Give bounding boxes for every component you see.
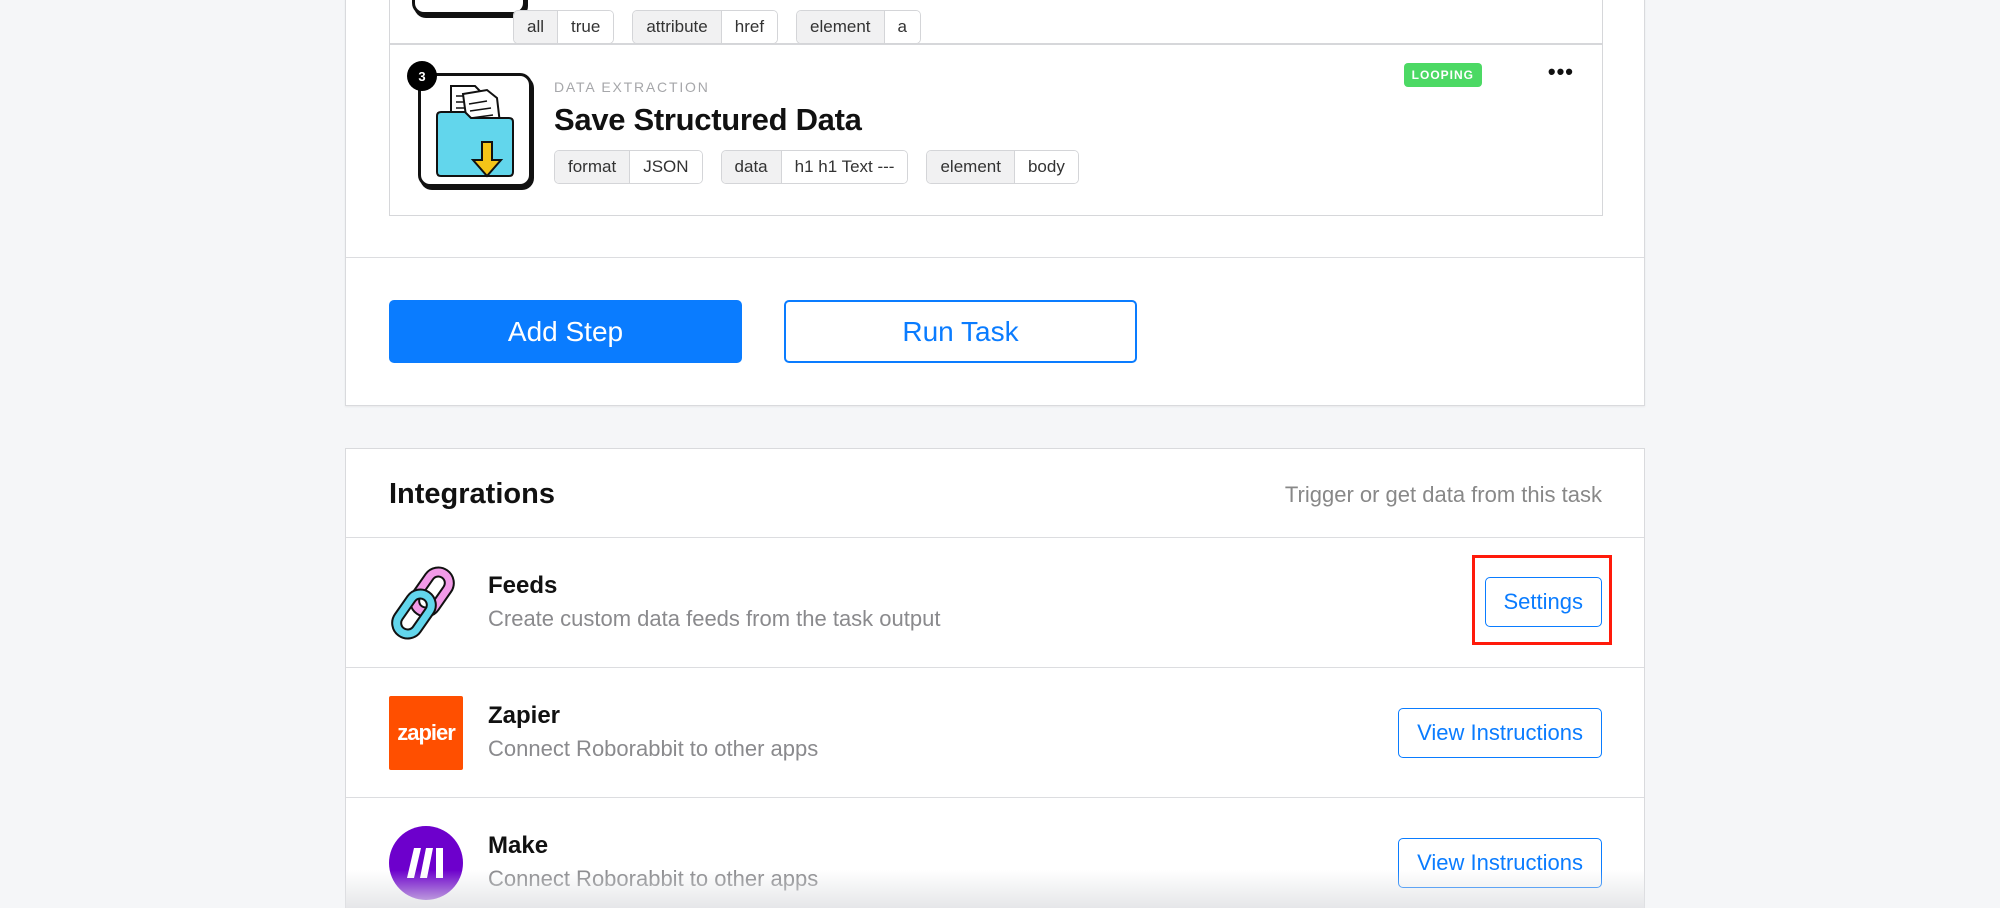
tag-value: body <box>1014 151 1078 183</box>
step-card[interactable]: 3 DATA EXTRACTION Save Structured Data f… <box>389 44 1603 216</box>
more-options-icon[interactable]: ••• <box>1548 59 1574 85</box>
tag-key: attribute <box>633 11 722 43</box>
tag-value: JSON <box>630 151 702 183</box>
feeds-settings-button[interactable]: Settings <box>1484 577 1602 627</box>
step-number-badge: 3 <box>407 61 437 91</box>
integrations-card: Integrations Trigger or get data from th… <box>345 448 1645 908</box>
tag: format JSON <box>554 150 703 184</box>
folder-download-icon <box>418 73 532 187</box>
run-task-button[interactable]: Run Task <box>784 300 1137 363</box>
integrations-header: Integrations Trigger or get data from th… <box>346 449 1644 538</box>
tag-value: a <box>884 11 920 43</box>
integration-name: Make <box>488 832 549 859</box>
integration-row-zapier: zapier Zapier Connect Roborabbit to othe… <box>346 668 1644 798</box>
tag: all true <box>513 10 615 44</box>
task-steps-card: all true attribute href element a 3 DATA… <box>345 0 1645 406</box>
tag: element a <box>796 10 921 44</box>
tag: attribute href <box>632 10 779 44</box>
looping-badge: LOOPING <box>1403 63 1482 87</box>
integration-name: Zapier <box>488 702 561 729</box>
add-step-button[interactable]: Add Step <box>389 300 742 363</box>
chain-link-icon <box>389 566 463 640</box>
divider <box>346 257 1644 258</box>
make-logo <box>389 826 463 900</box>
step-tags-previous: all true attribute href element a <box>513 10 921 44</box>
integration-description: Create custom data feeds from the task o… <box>488 606 941 631</box>
tag-value: href <box>721 11 778 43</box>
integration-name: Feeds <box>488 572 558 599</box>
tag-key: element <box>927 151 1015 183</box>
zapier-logo: zapier <box>389 696 463 770</box>
zapier-view-instructions-button[interactable]: View Instructions <box>1398 708 1602 758</box>
integration-row-make: Make Connect Roborabbit to other apps Vi… <box>346 798 1644 908</box>
tag-key: element <box>797 11 885 43</box>
step-tags: format JSON data h1 h1 Text --- element … <box>554 150 1079 184</box>
tag-value: true <box>558 11 614 43</box>
tag-value: h1 h1 Text --- <box>781 151 908 183</box>
integration-row-feeds: Feeds Create custom data feeds from the … <box>346 538 1644 668</box>
integration-description: Connect Roborabbit to other apps <box>488 736 819 761</box>
integrations-subtitle: Trigger or get data from this task <box>1284 482 1602 507</box>
page: all true attribute href element a 3 DATA… <box>0 0 2000 908</box>
tag: element body <box>926 150 1079 184</box>
step-icon-previous <box>412 0 526 15</box>
integration-description: Connect Roborabbit to other apps <box>488 866 819 891</box>
tag-key: all <box>514 11 559 43</box>
step-title: Save Structured Data <box>554 102 862 137</box>
tag-key: format <box>555 151 631 183</box>
tag-key: data <box>721 151 782 183</box>
step-card-previous[interactable]: all true attribute href element a <box>389 0 1603 44</box>
tag: data h1 h1 Text --- <box>720 150 909 184</box>
step-category: DATA EXTRACTION <box>554 79 710 95</box>
integrations-title: Integrations <box>389 478 555 510</box>
make-view-instructions-button[interactable]: View Instructions <box>1398 838 1602 888</box>
